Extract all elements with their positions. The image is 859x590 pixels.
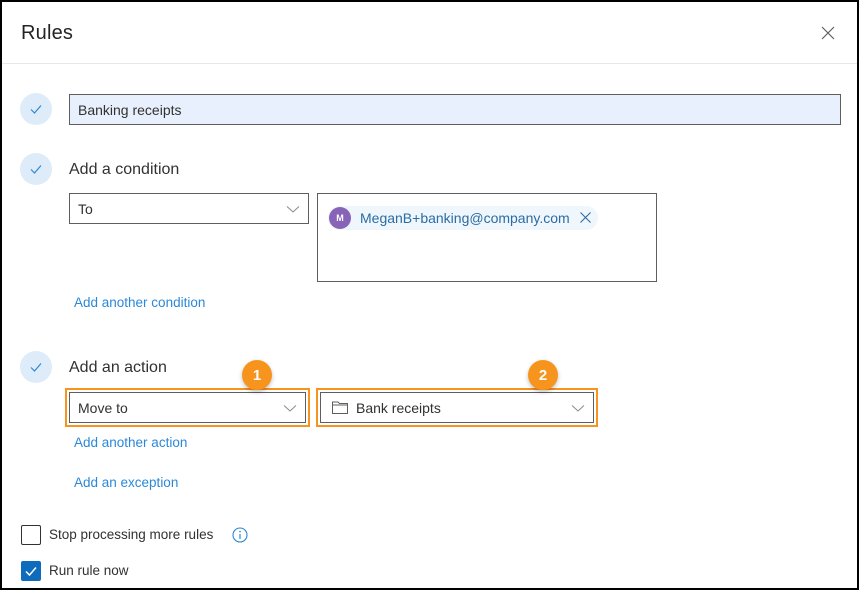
action-step-indicator (20, 351, 52, 383)
condition-select-value: To (78, 201, 93, 217)
add-another-condition-link[interactable]: Add another condition (74, 295, 205, 310)
folder-icon (332, 401, 348, 414)
action-select-value: Move to (78, 400, 128, 416)
avatar: M (329, 207, 351, 229)
chevron-down-icon (283, 405, 297, 412)
chevron-down-icon (286, 206, 300, 213)
action-select[interactable]: Move to (69, 392, 306, 423)
stop-processing-label: Stop processing more rules (49, 527, 214, 542)
callout-badge-2: 2 (528, 360, 558, 390)
remove-recipient-icon[interactable] (579, 211, 592, 224)
condition-step-indicator (20, 153, 52, 185)
checkmark-icon (30, 363, 42, 372)
condition-select[interactable]: To (69, 193, 309, 224)
close-icon[interactable] (820, 25, 836, 41)
dialog-header: Rules (2, 2, 857, 64)
rule-name-input[interactable]: Banking receipts (69, 94, 841, 125)
rule-name-step-indicator (20, 93, 52, 125)
checkmark-icon (25, 567, 37, 577)
checkmark-icon (30, 105, 42, 114)
stop-processing-checkbox[interactable] (21, 525, 41, 545)
dialog-title: Rules (21, 22, 74, 44)
info-icon[interactable] (232, 527, 248, 543)
folder-select-value: Bank receipts (356, 400, 441, 416)
recipient-email: MeganB+banking@company.com (360, 210, 570, 226)
add-exception-link[interactable]: Add an exception (74, 475, 178, 490)
recipient-picker[interactable]: M MeganB+banking@company.com (317, 193, 657, 282)
condition-heading: Add a condition (69, 161, 180, 178)
action-heading: Add an action (69, 359, 167, 376)
rules-dialog: Rules Banking receipts Add a condition T… (0, 0, 859, 590)
folder-select[interactable]: Bank receipts (320, 392, 594, 423)
callout-badge-1: 1 (242, 360, 272, 390)
run-rule-now-checkbox[interactable] (21, 561, 41, 581)
add-another-action-link[interactable]: Add another action (74, 435, 187, 450)
checkmark-icon (30, 165, 42, 174)
run-rule-now-label: Run rule now (49, 563, 129, 578)
recipient-chip[interactable]: M MeganB+banking@company.com (328, 206, 598, 230)
chevron-down-icon (571, 405, 585, 412)
